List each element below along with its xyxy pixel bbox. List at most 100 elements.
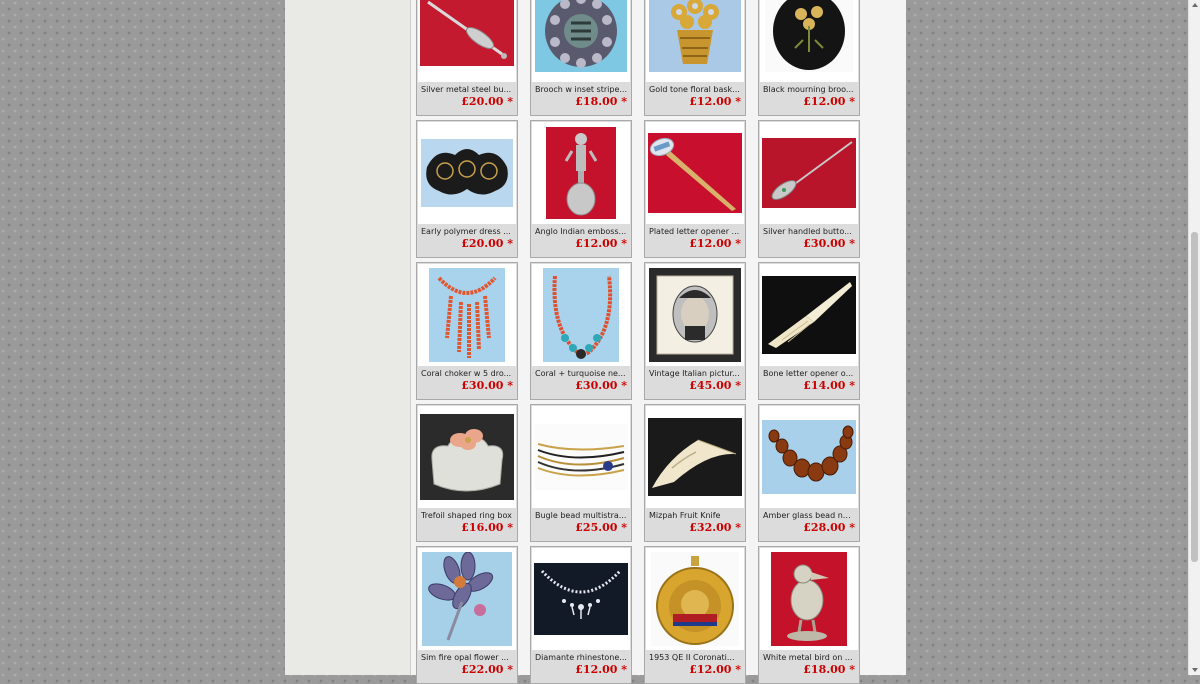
product-card[interactable]: Mizpah Fruit Knife £32.00 * — [644, 404, 746, 542]
product-card[interactable]: Brooch w inset stripe... £18.00 * — [530, 0, 632, 116]
product-card[interactable]: Sim fire opal flower ... £22.00 * — [416, 546, 518, 684]
product-price: £45.00 * — [689, 379, 741, 392]
product-meta: Trefoil shaped ring box £16.00 * — [417, 509, 517, 541]
product-meta: Diamante rhinestone... £12.00 * — [531, 651, 631, 683]
product-name[interactable]: Diamante rhinestone... — [535, 652, 627, 663]
product-card[interactable]: 1953 QE II Coronati... £12.00 * — [644, 546, 746, 684]
product-card[interactable]: Bugle bead multistra... £25.00 * — [530, 404, 632, 542]
product-meta: Vintage Italian pictur... £45.00 * — [645, 367, 745, 399]
product-name[interactable]: Silver handled butto... — [763, 226, 855, 237]
product-image[interactable] — [760, 0, 858, 82]
product-meta: White metal bird on ... £18.00 * — [759, 651, 859, 683]
product-image[interactable] — [418, 264, 516, 366]
product-image[interactable] — [418, 406, 516, 508]
product-grid: Silver metal steel bu... £20.00 * Brooch… — [416, 0, 860, 684]
product-card[interactable]: Vintage Italian pictur... £45.00 * — [644, 262, 746, 400]
product-meta: 1953 QE II Coronati... £12.00 * — [645, 651, 745, 683]
product-image[interactable] — [646, 264, 744, 366]
product-price: £12.00 * — [803, 95, 855, 108]
product-name[interactable]: Bone letter opener o... — [763, 368, 855, 379]
product-meta: Brooch w inset stripe... £18.00 * — [531, 83, 631, 115]
product-name[interactable]: Amber glass bead ne... — [763, 510, 855, 521]
product-image[interactable] — [646, 548, 744, 650]
product-price: £14.00 * — [803, 379, 855, 392]
product-meta: Sim fire opal flower ... £22.00 * — [417, 651, 517, 683]
product-card[interactable]: Coral + turquoise ne... £30.00 * — [530, 262, 632, 400]
product-price: £20.00 * — [461, 237, 513, 250]
product-name[interactable]: Mizpah Fruit Knife — [649, 510, 741, 521]
product-price: £12.00 * — [689, 237, 741, 250]
product-image[interactable] — [532, 0, 630, 82]
product-price: £18.00 * — [575, 95, 627, 108]
product-name[interactable]: Gold tone floral bask... — [649, 84, 741, 95]
product-card[interactable]: Early polymer dress ... £20.00 * — [416, 120, 518, 258]
product-image[interactable] — [760, 406, 858, 508]
product-card[interactable]: Bone letter opener o... £14.00 * — [758, 262, 860, 400]
product-meta: Anglo Indian emboss... £12.00 * — [531, 225, 631, 257]
product-card[interactable]: Plated letter opener ... £12.00 * — [644, 120, 746, 258]
product-image[interactable] — [532, 406, 630, 508]
product-name[interactable]: Anglo Indian emboss... — [535, 226, 627, 237]
page-content: Silver metal steel bu... £20.00 * Brooch… — [285, 0, 906, 684]
product-image[interactable] — [418, 0, 516, 82]
product-price: £28.00 * — [803, 521, 855, 534]
product-name[interactable]: Sim fire opal flower ... — [421, 652, 513, 663]
product-name[interactable]: Plated letter opener ... — [649, 226, 741, 237]
product-image[interactable] — [646, 0, 744, 82]
product-card[interactable]: Silver handled butto... £30.00 * — [758, 120, 860, 258]
product-meta: Silver metal steel bu... £20.00 * — [417, 83, 517, 115]
product-name[interactable]: Early polymer dress ... — [421, 226, 513, 237]
product-meta: Plated letter opener ... £12.00 * — [645, 225, 745, 257]
product-name[interactable]: Brooch w inset stripe... — [535, 84, 627, 95]
product-meta: Bugle bead multistra... £25.00 * — [531, 509, 631, 541]
product-meta: Bone letter opener o... £14.00 * — [759, 367, 859, 399]
product-image[interactable] — [646, 122, 744, 224]
product-name[interactable]: White metal bird on ... — [763, 652, 855, 663]
product-name[interactable]: Coral choker w 5 dro... — [421, 368, 513, 379]
product-price: £30.00 * — [461, 379, 513, 392]
vertical-scrollbar[interactable] — [1188, 0, 1200, 675]
product-meta: Mizpah Fruit Knife £32.00 * — [645, 509, 745, 541]
product-name[interactable]: Vintage Italian pictur... — [649, 368, 741, 379]
product-card[interactable]: Black mourning broo... £12.00 * — [758, 0, 860, 116]
product-price: £30.00 * — [575, 379, 627, 392]
product-meta: Coral choker w 5 dro... £30.00 * — [417, 367, 517, 399]
product-image[interactable] — [646, 406, 744, 508]
scroll-down-arrow-icon[interactable] — [1192, 668, 1198, 672]
product-image[interactable] — [418, 548, 516, 650]
product-meta: Early polymer dress ... £20.00 * — [417, 225, 517, 257]
product-meta: Coral + turquoise ne... £30.00 * — [531, 367, 631, 399]
product-name[interactable]: 1953 QE II Coronati... — [649, 652, 741, 663]
scroll-up-arrow-icon[interactable] — [1192, 3, 1198, 7]
product-card[interactable]: Silver metal steel bu... £20.00 * — [416, 0, 518, 116]
left-sidebar — [285, 0, 411, 675]
product-card[interactable]: Gold tone floral bask... £12.00 * — [644, 0, 746, 116]
product-name[interactable]: Bugle bead multistra... — [535, 510, 627, 521]
product-card[interactable]: Anglo Indian emboss... £12.00 * — [530, 120, 632, 258]
product-image[interactable] — [760, 548, 858, 650]
scrollbar-thumb[interactable] — [1191, 232, 1198, 562]
product-price: £25.00 * — [575, 521, 627, 534]
product-card[interactable]: White metal bird on ... £18.00 * — [758, 546, 860, 684]
product-card[interactable]: Amber glass bead ne... £28.00 * — [758, 404, 860, 542]
product-price: £32.00 * — [689, 521, 741, 534]
product-image[interactable] — [532, 264, 630, 366]
product-name[interactable]: Silver metal steel bu... — [421, 84, 513, 95]
product-image[interactable] — [532, 548, 630, 650]
product-card[interactable]: Diamante rhinestone... £12.00 * — [530, 546, 632, 684]
product-meta: Amber glass bead ne... £28.00 * — [759, 509, 859, 541]
product-meta: Gold tone floral bask... £12.00 * — [645, 83, 745, 115]
product-meta: Silver handled butto... £30.00 * — [759, 225, 859, 257]
product-price: £16.00 * — [461, 521, 513, 534]
product-name[interactable]: Black mourning broo... — [763, 84, 855, 95]
product-name[interactable]: Trefoil shaped ring box — [421, 510, 513, 521]
product-card[interactable]: Coral choker w 5 dro... £30.00 * — [416, 262, 518, 400]
product-name[interactable]: Coral + turquoise ne... — [535, 368, 627, 379]
product-price: £20.00 * — [461, 95, 513, 108]
product-image[interactable] — [760, 264, 858, 366]
product-image[interactable] — [418, 122, 516, 224]
product-price: £12.00 * — [575, 237, 627, 250]
product-image[interactable] — [760, 122, 858, 224]
product-image[interactable] — [532, 122, 630, 224]
product-card[interactable]: Trefoil shaped ring box £16.00 * — [416, 404, 518, 542]
